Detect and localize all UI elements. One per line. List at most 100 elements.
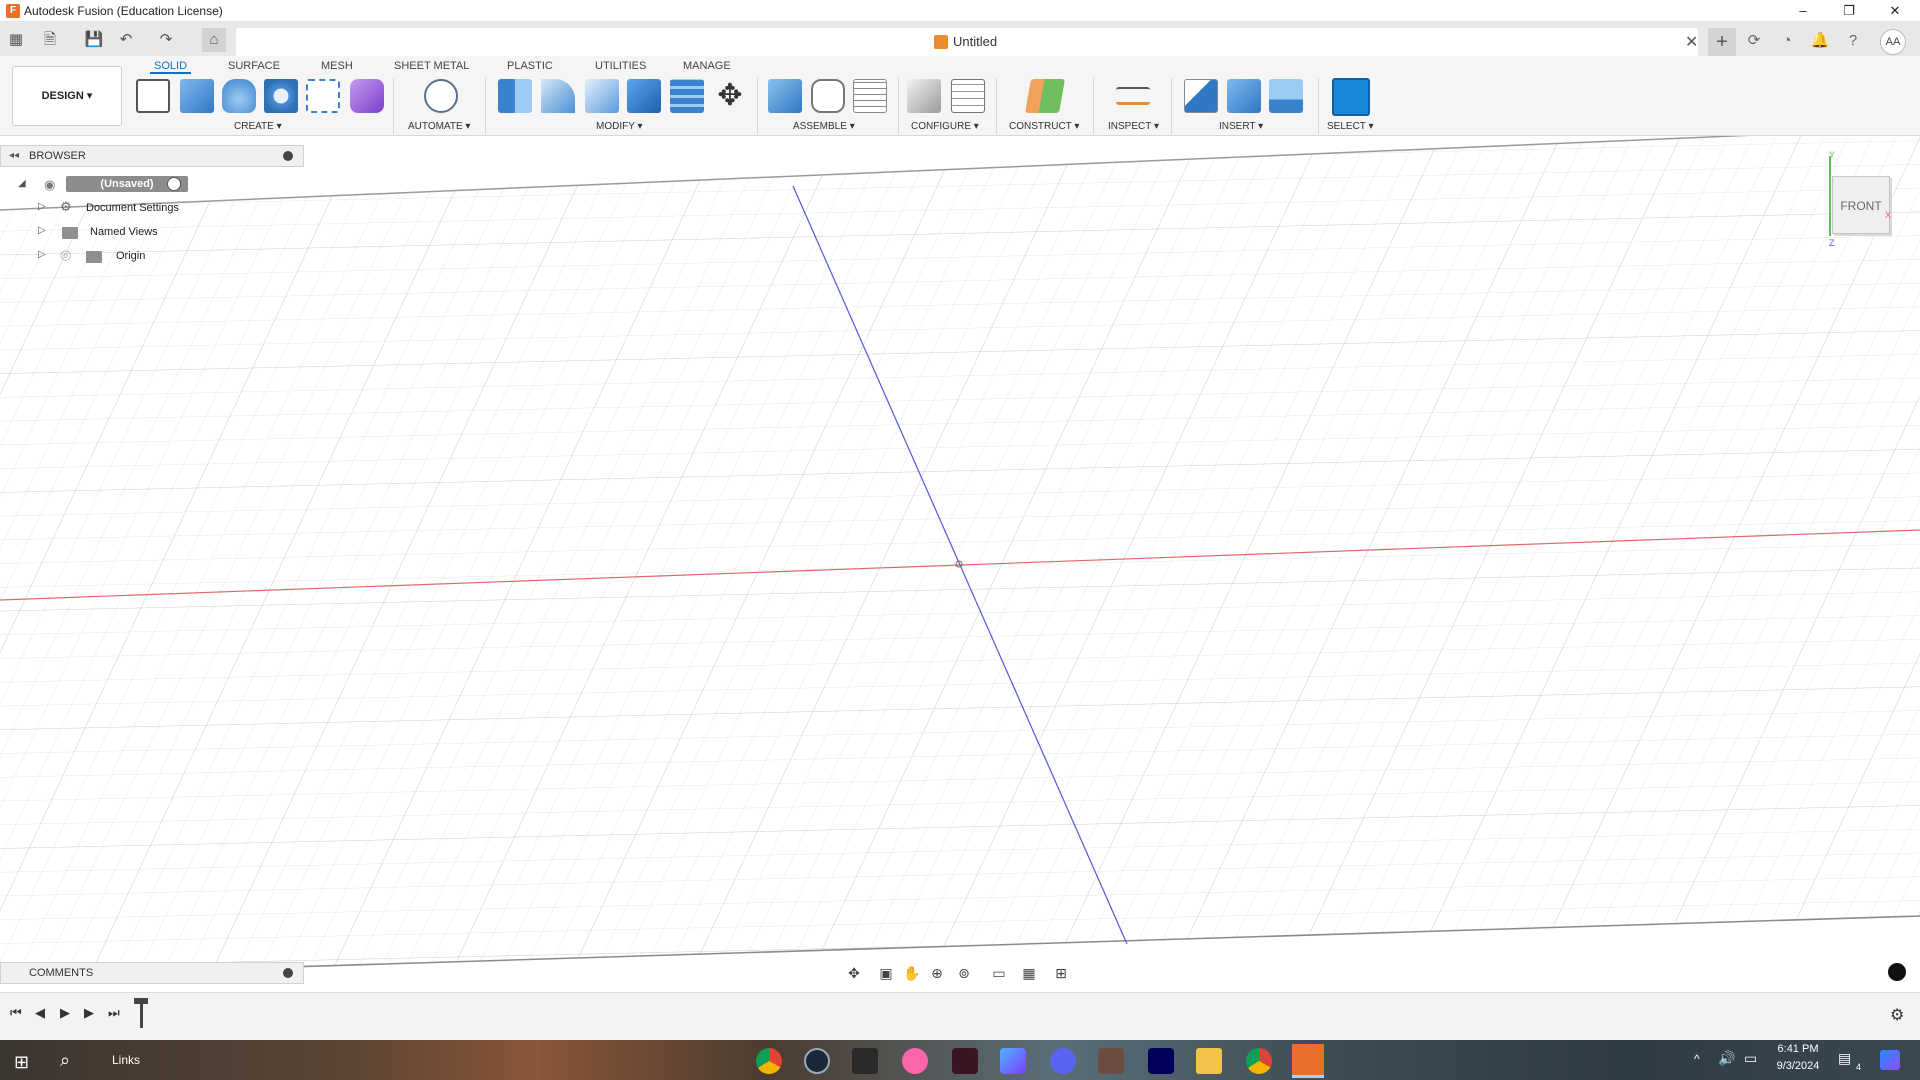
- minimize-button[interactable]: –: [1780, 0, 1826, 22]
- group-configure[interactable]: CONFIGURE ▾: [911, 121, 979, 132]
- home-icon[interactable]: ⌂: [202, 28, 226, 52]
- undo-icon[interactable]: ↶: [114, 28, 138, 52]
- tab-mesh[interactable]: MESH: [317, 60, 357, 74]
- display-settings-icon[interactable]: ▭: [988, 963, 1010, 983]
- group-select[interactable]: SELECT ▾: [1327, 121, 1374, 132]
- chrome-window-taskbar-icon[interactable]: [1246, 1048, 1272, 1074]
- look-at-icon[interactable]: ▣: [875, 963, 897, 983]
- hole-icon[interactable]: [264, 79, 298, 113]
- tab-sheet-metal[interactable]: SHEET METAL: [390, 60, 473, 74]
- comments-panel[interactable]: COMMENTS: [0, 962, 304, 984]
- group-automate[interactable]: AUTOMATE ▾: [408, 121, 470, 132]
- press-pull-icon[interactable]: [498, 79, 532, 113]
- taskbar-clock-time[interactable]: 6:41 PM: [1770, 1043, 1826, 1055]
- fit-window-icon[interactable]: ⊚: [953, 963, 975, 983]
- browser-item-named-views[interactable]: ▷ Named Views: [38, 222, 268, 244]
- apps-grid-icon[interactable]: ▦: [4, 28, 28, 52]
- new-tab-button[interactable]: +: [1708, 28, 1736, 56]
- system-tray-chevron-icon[interactable]: ^: [1694, 1052, 1700, 1066]
- fusion-taskbar-icon[interactable]: [1292, 1044, 1324, 1078]
- extrude-icon[interactable]: [180, 79, 214, 113]
- timeline-next-icon[interactable]: ▶: [84, 1005, 94, 1021]
- timeline-previous-icon[interactable]: ◀: [35, 1005, 45, 1021]
- pan-hand-icon[interactable]: ✋: [901, 963, 923, 983]
- activate-radio-icon[interactable]: [167, 177, 181, 191]
- redo-icon[interactable]: ↷: [154, 28, 178, 52]
- canvas-viewport[interactable]: [0, 136, 1920, 1040]
- group-assemble[interactable]: ASSEMBLE ▾: [793, 121, 855, 132]
- create-sketch-icon[interactable]: [136, 79, 170, 113]
- volume-icon[interactable]: 🔊: [1718, 1050, 1735, 1067]
- browser-header[interactable]: ◂◂ BROWSER: [0, 145, 304, 167]
- visibility-eye-icon[interactable]: ◉: [44, 177, 55, 193]
- timeline-play-icon[interactable]: ▶: [60, 1005, 70, 1021]
- select-cursor-icon[interactable]: [1332, 78, 1370, 116]
- view-cube[interactable]: FRONT: [1832, 176, 1890, 234]
- epic-games-taskbar-icon[interactable]: [852, 1048, 878, 1074]
- expand-triangle-icon[interactable]: ◢: [18, 178, 26, 189]
- new-component-icon[interactable]: [768, 79, 802, 113]
- insert-component-icon[interactable]: [1227, 79, 1261, 113]
- help-icon[interactable]: ?: [1841, 29, 1865, 53]
- configuration-table-icon[interactable]: [951, 79, 985, 113]
- group-inspect[interactable]: INSPECT ▾: [1108, 121, 1159, 132]
- action-center-icon[interactable]: ▤: [1838, 1050, 1851, 1067]
- group-create[interactable]: CREATE ▾: [234, 121, 282, 132]
- browser-item-origin[interactable]: ▷ ◎ Origin: [38, 246, 268, 268]
- taskbar-clock-date[interactable]: 9/3/2024: [1770, 1060, 1826, 1072]
- browser-pin-icon[interactable]: [283, 151, 293, 161]
- close-document-button[interactable]: ✕: [1685, 32, 1698, 52]
- bill-of-materials-icon[interactable]: [853, 79, 887, 113]
- combine-icon[interactable]: [627, 79, 661, 113]
- extensions-icon[interactable]: ⟳: [1742, 29, 1766, 53]
- viewports-icon[interactable]: ⊞: [1050, 963, 1072, 983]
- network-icon[interactable]: ▭: [1744, 1050, 1757, 1067]
- chrome-taskbar-icon[interactable]: [756, 1048, 782, 1074]
- rectangular-pattern-icon[interactable]: [306, 79, 340, 113]
- osu-taskbar-icon[interactable]: [902, 1048, 928, 1074]
- after-effects-taskbar-icon[interactable]: [1148, 1048, 1174, 1074]
- orbit-icon[interactable]: ✥: [843, 963, 865, 983]
- timeline-settings-gear-icon[interactable]: ⚙: [1890, 1005, 1904, 1025]
- measure-icon[interactable]: [1116, 87, 1150, 105]
- timeline-first-icon[interactable]: ⏮: [10, 1005, 22, 1021]
- close-window-button[interactable]: ✕: [1872, 0, 1918, 22]
- timeline-marker-head[interactable]: [134, 998, 148, 1004]
- tab-surface[interactable]: SURFACE: [224, 60, 284, 74]
- zoom-icon[interactable]: ⊕: [926, 963, 948, 983]
- tab-utilities[interactable]: UTILITIES: [591, 60, 650, 74]
- group-insert[interactable]: INSERT ▾: [1219, 121, 1263, 132]
- notifications-icon[interactable]: 🔔: [1808, 29, 1832, 53]
- hidden-eye-icon[interactable]: ◎: [60, 247, 71, 263]
- user-avatar[interactable]: AA: [1880, 29, 1906, 55]
- steam-taskbar-icon[interactable]: [804, 1048, 830, 1074]
- tab-manage[interactable]: MANAGE: [679, 60, 735, 74]
- timeline-marker[interactable]: [140, 1000, 143, 1028]
- revolve-icon[interactable]: [222, 79, 256, 113]
- restore-button[interactable]: ❐: [1826, 0, 1872, 22]
- split-body-icon[interactable]: [670, 79, 704, 113]
- tab-solid[interactable]: SOLID: [150, 60, 192, 74]
- taskbar-links-toolbar[interactable]: Links: [112, 1053, 140, 1067]
- shell-icon[interactable]: [585, 79, 619, 113]
- timeline-last-icon[interactable]: ⏭: [108, 1005, 120, 1021]
- file-menu-icon[interactable]: 🗎: [38, 28, 62, 52]
- widget-icon[interactable]: [1880, 1050, 1900, 1070]
- insert-derive-icon[interactable]: [1184, 79, 1218, 113]
- windows-start-icon[interactable]: ⊞: [14, 1052, 29, 1073]
- canvas-icon[interactable]: [1269, 79, 1303, 113]
- discord-taskbar-icon[interactable]: [1050, 1048, 1076, 1074]
- grid-settings-icon[interactable]: ▦: [1018, 963, 1040, 983]
- search-icon[interactable]: ⌕: [60, 1050, 70, 1071]
- file-explorer-taskbar-icon[interactable]: [1196, 1048, 1222, 1074]
- joint-icon[interactable]: [811, 79, 845, 113]
- offset-plane-icon[interactable]: [1025, 79, 1065, 113]
- tab-plastic[interactable]: PLASTIC: [503, 60, 557, 74]
- configure-icon[interactable]: [907, 79, 941, 113]
- expand-triangle-icon[interactable]: ▷: [38, 225, 46, 236]
- collapse-browser-icon[interactable]: ◂◂: [9, 150, 19, 161]
- expand-triangle-icon[interactable]: ▷: [38, 249, 46, 260]
- vpn-taskbar-icon[interactable]: [1000, 1048, 1026, 1074]
- game-taskbar-icon[interactable]: [1098, 1048, 1124, 1074]
- form-icon[interactable]: [350, 79, 384, 113]
